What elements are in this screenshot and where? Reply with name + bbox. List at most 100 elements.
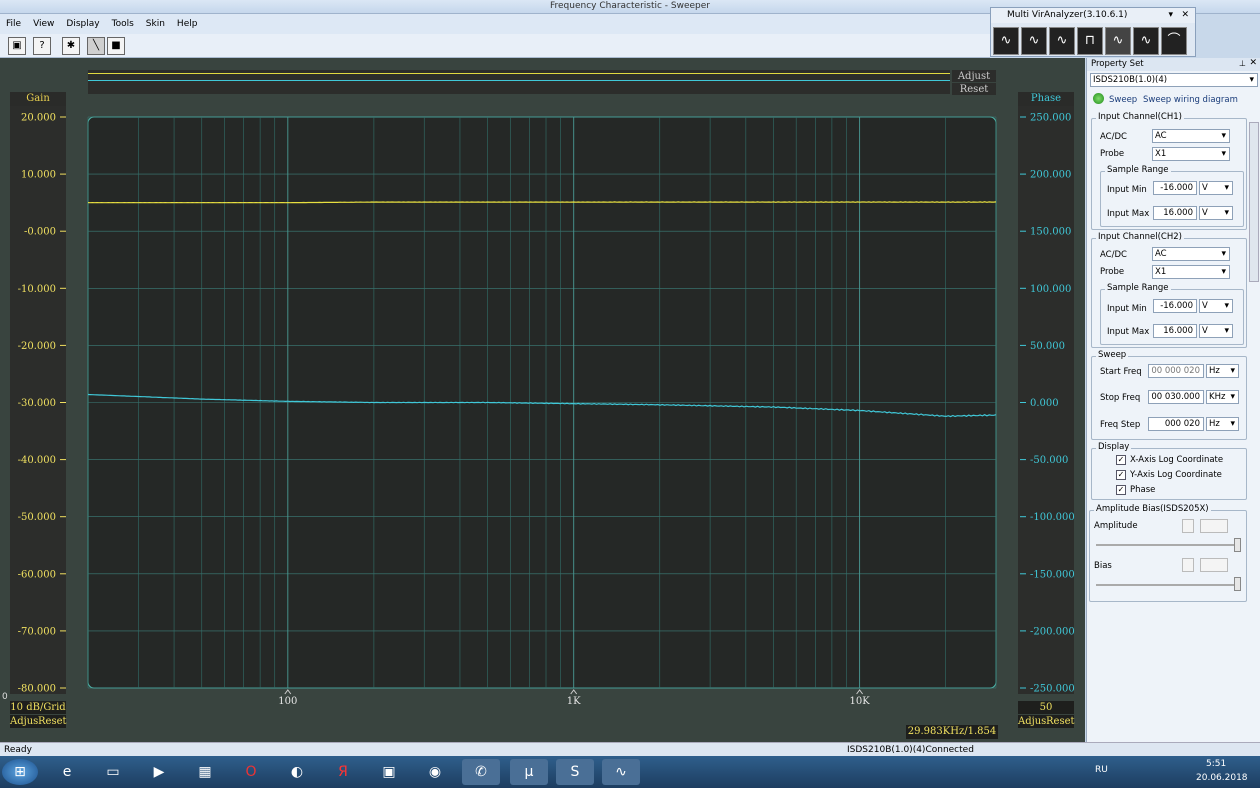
ch2-probe-label: Probe [1100,267,1125,277]
language-indicator[interactable]: RU [1095,765,1108,775]
ch1-min-input[interactable]: -16.000 [1153,181,1197,195]
recorder-icon[interactable]: ∿ [1049,27,1075,55]
pin-icon[interactable]: ⊥ [1239,59,1246,68]
pulse-icon[interactable]: ⊓ [1077,27,1103,55]
phase-reset-button[interactable]: Reset [1046,715,1075,728]
viber-icon[interactable]: ✆ [462,759,500,785]
help-icon[interactable]: ? [33,37,51,55]
stop-freq-label: Stop Freq [1100,393,1141,403]
freq-step-input[interactable]: 000 020 [1148,417,1204,431]
ch2-max-unit[interactable]: V [1199,324,1233,338]
panel-close-icon[interactable]: ✕ [1249,58,1257,68]
phase-checkbox[interactable]: ✓ [1116,485,1126,495]
gain-tick-label: -70.000 [18,626,56,637]
gain-reset-button[interactable]: Reset [38,715,67,728]
phase-tick-label: 100.000 [1030,284,1071,295]
menu-skin[interactable]: Skin [140,14,171,34]
save-disk-icon[interactable]: ▣ [370,759,408,785]
menu-tools[interactable]: Tools [106,14,140,34]
ch1-group: Input Channel(CH1) AC/DC AC Probe X1 Sam… [1091,112,1247,230]
sweep-group: Sweep Start Freq 00 000 020 Hz Stop Freq… [1091,350,1247,440]
settings-icon[interactable]: ✱ [62,37,80,55]
wiring-link[interactable]: Sweep wiring diagram [1143,95,1238,105]
zero-label: 0 [2,692,8,702]
ch1-acdc-select[interactable]: AC [1152,129,1230,143]
gain-adjust-button[interactable]: Adjust [10,715,42,728]
cursor-icon[interactable]: ╲ [87,37,105,55]
viranalyzer-icon[interactable]: ∿ [602,759,640,785]
ch2-title: Input Channel(CH2) [1096,232,1184,242]
menu-display[interactable]: Display [60,14,105,34]
ch1-max-input[interactable]: 16.000 [1153,206,1197,220]
bias-spin[interactable] [1182,558,1194,572]
x-tick-labels: 100 1K 10K [278,689,870,707]
xlog-checkbox[interactable]: ✓ [1116,455,1126,465]
stop-icon[interactable]: ■ [107,37,125,55]
skype-icon[interactable]: S [556,759,594,785]
bias-slider-thumb[interactable] [1234,577,1241,591]
phase-tick-label: 0.000 [1030,398,1059,409]
menu-help[interactable]: Help [171,14,204,34]
amplitude-slider-thumb[interactable] [1234,538,1241,552]
display-title: Display [1096,442,1132,452]
close-icon[interactable]: ✕ [1181,8,1189,22]
ch2-min-input[interactable]: -16.000 [1153,299,1197,313]
stop-freq-unit[interactable]: KHz [1206,390,1239,404]
media-icon[interactable]: ▶ [140,759,178,785]
yandex-icon[interactable]: Я [324,759,362,785]
filter-icon[interactable]: ⌒ [1161,27,1187,55]
ch2-min-unit[interactable]: V [1199,299,1233,313]
phase-tick-label: -150.000 [1030,569,1075,580]
scrollbar[interactable] [1249,122,1259,282]
start-freq-unit[interactable]: Hz [1206,364,1239,378]
ie-icon[interactable]: e [48,759,86,785]
generator-icon[interactable]: ∿ [1133,27,1159,55]
phase-adjust-button[interactable]: Adjust [1018,715,1050,728]
stop-freq-input[interactable]: 00 030.000 [1148,390,1204,404]
device-select[interactable]: ISDS210B(1.0)(4) [1090,73,1258,87]
clock-time[interactable]: 5:51 [1206,759,1226,769]
amplitude-select[interactable] [1200,519,1228,533]
frequency-chart[interactable]: 20.000 10.000 -0.000 -10.000 -20.000 -30.000 -… [0,58,1085,742]
ch1-probe-select[interactable]: X1 [1152,147,1230,161]
ylog-label: Y-Axis Log Coordinate [1130,470,1222,480]
calculator-icon[interactable]: ▦ [186,759,224,785]
ylog-checkbox[interactable]: ✓ [1116,470,1126,480]
oscilloscope-icon[interactable]: ∿ [993,27,1019,55]
chevron-down-icon[interactable]: ▾ [1168,8,1173,22]
amplitude-label: Amplitude [1094,521,1138,531]
mva-title: Multi VirAnalyzer(3.10.6.1) [1007,10,1128,20]
opera-icon[interactable]: O [232,759,270,785]
ch1-max-label: Input Max [1107,209,1150,219]
toolbar: ▣ ? ✱ ╲ ■ [0,34,990,58]
property-title: Property Set [1087,58,1260,71]
amplitude-spin[interactable] [1182,519,1194,533]
sweeper-icon[interactable]: ∿ [1105,27,1131,55]
phase-tick-label: 50.000 [1030,341,1065,352]
spectrum-icon[interactable]: ∿ [1021,27,1047,55]
save-icon[interactable]: ▣ [8,37,26,55]
ch1-min-label: Input Min [1107,185,1147,195]
ch2-acdc-select[interactable]: AC [1152,247,1230,261]
menu-view[interactable]: View [27,14,60,34]
clock-date[interactable]: 20.06.2018 [1196,773,1248,783]
folder-icon[interactable]: ▭ [94,759,132,785]
ch2-min-label: Input Min [1107,304,1147,314]
freq-step-unit[interactable]: Hz [1206,417,1239,431]
chrome-icon[interactable]: ◉ [416,759,454,785]
speaker-icon[interactable]: ◐ [278,759,316,785]
bias-select[interactable] [1200,558,1228,572]
start-icon[interactable]: ⊞ [2,759,38,785]
x-tick-mark [284,689,292,695]
ch2-max-input[interactable]: 16.000 [1153,324,1197,338]
start-freq-input[interactable]: 00 000 020 [1148,364,1204,378]
gain-tick-label: 10.000 [21,170,56,181]
utorrent-icon[interactable]: µ [510,759,548,785]
menu-file[interactable]: File [0,14,27,34]
ch1-min-unit[interactable]: V [1199,181,1233,195]
ch1-max-unit[interactable]: V [1199,206,1233,220]
sweep-tab[interactable]: Sweep [1109,95,1137,105]
phase-tick-label: 250.000 [1030,113,1071,124]
ch2-probe-select[interactable]: X1 [1152,265,1230,279]
phase-tick-label: -200.000 [1030,626,1075,637]
